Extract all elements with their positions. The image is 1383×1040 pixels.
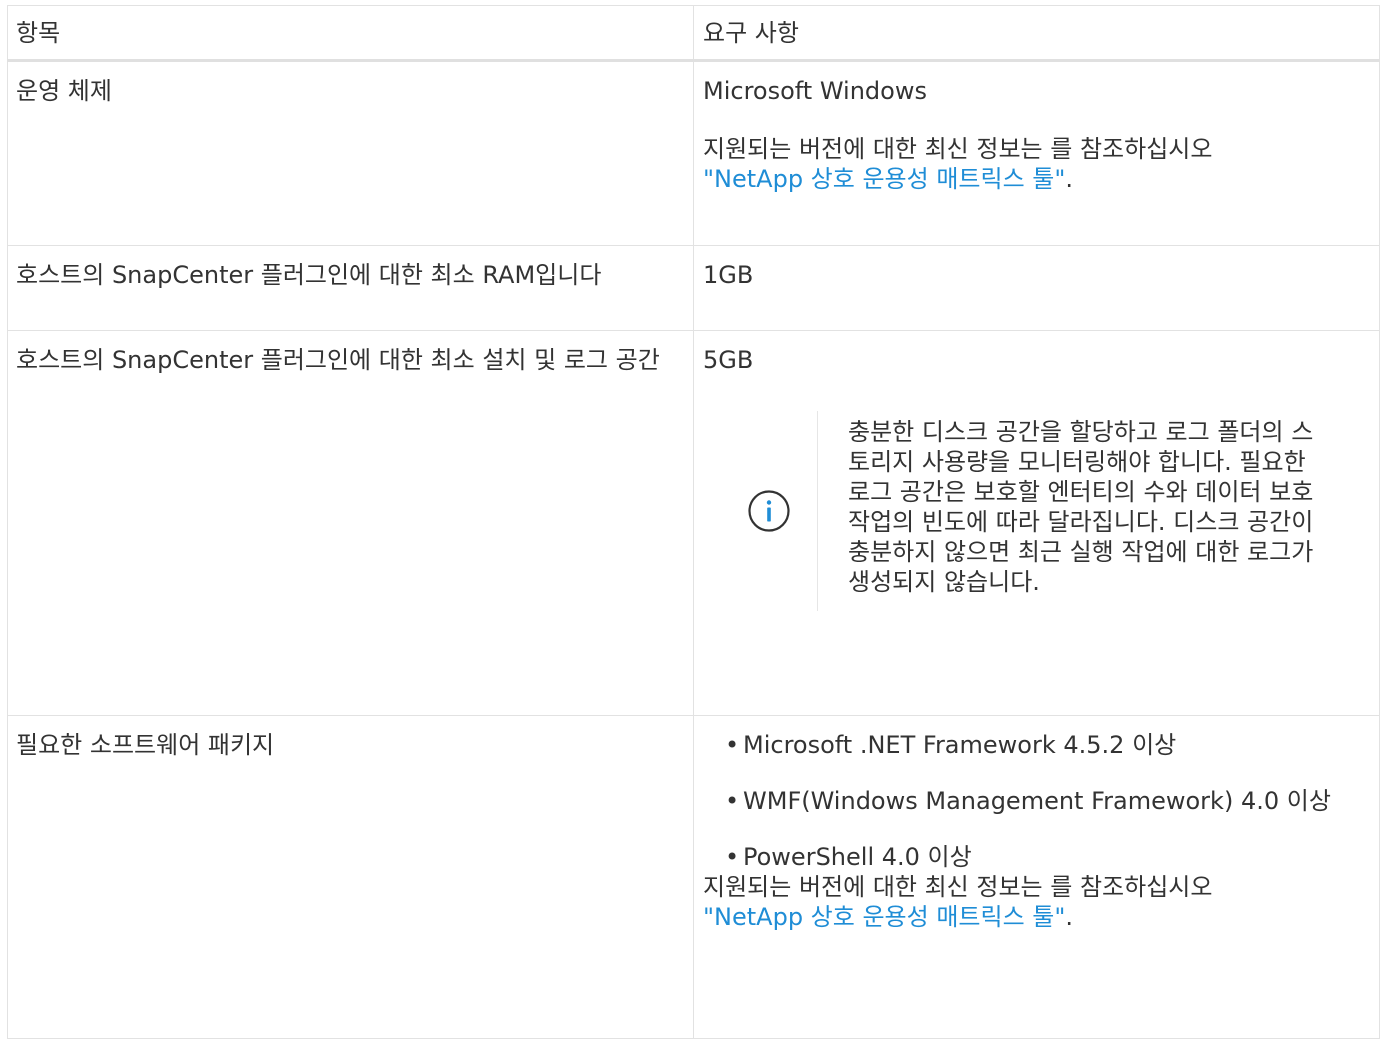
space-item-label: 호스트의 SnapCenter 플러그인에 대한 최소 설치 및 로그 공간	[16, 346, 660, 374]
software-info-suffix: .	[1065, 903, 1074, 931]
software-value-cell: • Microsoft .NET Framework 4.5.2 이상 • WM…	[693, 715, 1380, 1039]
header-item: 항목	[7, 5, 694, 62]
table-row-software: 필요한 소프트웨어 패키지 • Microsoft .NET Framework…	[7, 715, 1380, 1039]
ram-item-cell: 호스트의 SnapCenter 플러그인에 대한 최소 RAM입니다	[7, 245, 694, 331]
list-item: • PowerShell 4.0 이상	[723, 842, 1371, 872]
os-item-label: 운영 체제	[16, 77, 112, 105]
os-info-suffix: .	[1065, 165, 1074, 193]
os-value-cell: Microsoft Windows 지원되는 버전에 대한 최신 정보는 를 참…	[693, 60, 1380, 246]
header-item-label: 항목	[16, 19, 61, 47]
info-note: 충분한 디스크 공간을 할당하고 로그 폴더의 스토리지 사용량을 모니터링해야…	[721, 411, 1371, 611]
list-item: • Microsoft .NET Framework 4.5.2 이상	[723, 730, 1371, 760]
os-info-text: 지원되는 버전에 대한 최신 정보는 를 참조하십시오	[703, 135, 1213, 163]
bullet-icon: •	[725, 787, 740, 815]
os-info-paragraph: 지원되는 버전에 대한 최신 정보는 를 참조하십시오 "NetApp 상호 운…	[703, 134, 1371, 194]
os-value-content: Microsoft Windows 지원되는 버전에 대한 최신 정보는 를 참…	[694, 62, 1379, 194]
table-row-ram: 호스트의 SnapCenter 플러그인에 대한 최소 RAM입니다 1GB	[7, 245, 1380, 331]
software-package-list: • Microsoft .NET Framework 4.5.2 이상 • WM…	[703, 730, 1371, 872]
software-item-cell: 필요한 소프트웨어 패키지	[7, 715, 694, 1039]
info-note-text: 충분한 디스크 공간을 할당하고 로그 폴더의 스토리지 사용량을 모니터링해야…	[848, 418, 1314, 596]
os-interop-link[interactable]: "NetApp 상호 운용성 매트릭스 툴"	[703, 165, 1065, 193]
software-value-content: • Microsoft .NET Framework 4.5.2 이상 • WM…	[694, 716, 1379, 932]
bullet-icon: •	[725, 731, 740, 759]
header-requirement: 요구 사항	[693, 5, 1380, 62]
info-circle-icon	[748, 490, 790, 532]
requirements-table: 항목 요구 사항 운영 체제 Microsoft Windows 지원되는 버전…	[7, 5, 1380, 1039]
software-interop-link[interactable]: "NetApp 상호 운용성 매트릭스 툴"	[703, 903, 1065, 931]
table-row-os: 운영 체제 Microsoft Windows 지원되는 버전에 대한 최신 정…	[7, 60, 1380, 246]
ram-value: 1GB	[703, 261, 754, 289]
software-item-label: 필요한 소프트웨어 패키지	[16, 731, 275, 759]
space-value: 5GB	[703, 346, 754, 374]
package-label: Microsoft .NET Framework 4.5.2 이상	[743, 731, 1177, 759]
info-note-icon-wrap	[721, 411, 818, 611]
package-label: WMF(Windows Management Framework) 4.0 이상	[743, 787, 1331, 815]
space-item-cell: 호스트의 SnapCenter 플러그인에 대한 최소 설치 및 로그 공간	[7, 330, 694, 716]
ram-item-label: 호스트의 SnapCenter 플러그인에 대한 최소 RAM입니다	[16, 261, 602, 289]
bullet-icon: •	[725, 843, 740, 871]
software-info-paragraph: 지원되는 버전에 대한 최신 정보는 를 참조하십시오 "NetApp 상호 운…	[703, 872, 1371, 932]
os-item-cell: 운영 체제	[7, 60, 694, 246]
software-info-text: 지원되는 버전에 대한 최신 정보는 를 참조하십시오	[703, 873, 1213, 901]
os-value: Microsoft Windows	[703, 77, 927, 105]
space-value-cell: 5GB 충분한 디스크 공간을 할당하고 로그 폴더의 스토리지 사용량을 모니…	[693, 330, 1380, 716]
ram-value-cell: 1GB	[693, 245, 1380, 331]
space-value-content: 5GB 충분한 디스크 공간을 할당하고 로그 폴더의 스토리지 사용량을 모니…	[694, 331, 1379, 611]
table-row-space: 호스트의 SnapCenter 플러그인에 대한 최소 설치 및 로그 공간 5…	[7, 330, 1380, 716]
package-label: PowerShell 4.0 이상	[743, 843, 972, 871]
header-requirement-label: 요구 사항	[703, 19, 799, 47]
table-header-row: 항목 요구 사항	[7, 5, 1380, 62]
list-item: • WMF(Windows Management Framework) 4.0 …	[723, 786, 1371, 816]
